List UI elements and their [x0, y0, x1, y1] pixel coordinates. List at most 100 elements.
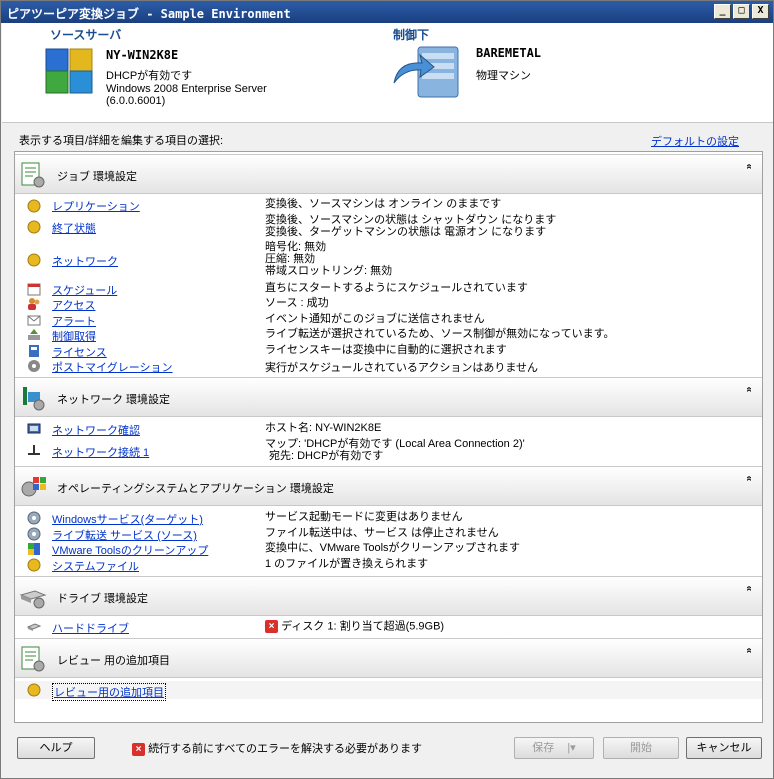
row-value: 圧縮: 無効: [265, 253, 316, 265]
row-value: ホスト名: NY-WIN2K8E: [265, 422, 382, 434]
envelope-icon: [27, 315, 41, 326]
schedule-link[interactable]: スケジュール: [52, 282, 117, 298]
title-bar[interactable]: ピアツーピア変換ジョブ - Sample Environment _ □ X: [1, 1, 773, 23]
license-icon: [29, 345, 39, 357]
vmware-tools-link[interactable]: VMware Toolsのクリーンアップ: [52, 542, 208, 558]
calendar-icon: [27, 283, 41, 296]
row-value: 直ちにスタートするようにスケジュールされています: [265, 282, 528, 294]
network-check-icon: [27, 423, 41, 434]
error-icon: ×: [132, 742, 145, 756]
default-settings-link[interactable]: デフォルトの設定: [651, 133, 739, 149]
license-link[interactable]: ライセンス: [52, 344, 107, 360]
network-connection-link[interactable]: ネットワーク接続 1: [52, 444, 149, 460]
section-network-header[interactable]: ネットワーク 環境設定 »: [15, 377, 762, 417]
collapse-chevron-icon[interactable]: »: [744, 648, 755, 654]
hard-drive-icon: [27, 623, 41, 631]
collapse-chevron-icon[interactable]: »: [744, 164, 755, 170]
drive-error-text: ディスク 1: 割り当て超過(5.9GB): [281, 620, 445, 633]
save-button[interactable]: 保存 |▾: [514, 737, 594, 759]
alert-link[interactable]: アラート: [52, 313, 96, 329]
section-os-title: オペレーティングシステムとアプリケーション 環境設定: [57, 483, 334, 495]
network-connection-icon: [28, 445, 40, 455]
maximize-button[interactable]: □: [733, 4, 750, 19]
row-value: × ディスク 1: 割り当て超過(5.9GB): [265, 620, 444, 633]
source-dhcp: DHCPが有効です: [106, 70, 193, 82]
cancel-button[interactable]: キャンセル: [686, 737, 762, 759]
error-message: × 続行する前にすべてのエラーを解決する必要があります: [132, 740, 422, 756]
target-label: 制御下: [393, 28, 430, 42]
gear-icon: [27, 527, 41, 541]
row-value: 1 のファイルが置き換えられます: [265, 558, 429, 570]
start-button[interactable]: 開始: [603, 737, 679, 759]
row-value: 実行がスケジュールされているアクションはありません: [265, 362, 539, 374]
vmware-tools-icon: [28, 543, 40, 555]
collapse-chevron-icon[interactable]: »: [744, 387, 755, 393]
collapse-chevron-icon[interactable]: »: [744, 476, 755, 482]
job-header: ソースサーバ NY-WIN2K8E DHCPが有効です Windows 2008…: [2, 23, 773, 123]
warning-icon: [27, 199, 41, 213]
row-value: マップ: 'DHCPが有効です (Local Area Connection 2…: [265, 438, 525, 450]
row-value: 変換後、ソースマシンの状態は シャットダウン になります: [265, 214, 557, 226]
physical-server-icon: [393, 46, 459, 98]
help-button[interactable]: ヘルプ: [17, 737, 95, 759]
takeover-icon: [28, 329, 40, 340]
post-migration-link[interactable]: ポストマイグレーション: [52, 359, 173, 375]
error-icon: ×: [265, 620, 278, 633]
row-value: ライセンスキーは変換中に自動的に選択されます: [265, 344, 507, 356]
section-drive-header[interactable]: ドライブ 環境設定 »: [15, 576, 762, 616]
window-title: ピアツーピア変換ジョブ - Sample Environment: [7, 7, 291, 21]
close-button[interactable]: X: [752, 4, 769, 19]
dropdown-arrow-icon[interactable]: |▾: [567, 742, 575, 754]
network-link[interactable]: ネットワーク: [52, 253, 118, 269]
windows-services-link[interactable]: Windowsサービス(ターゲット): [52, 511, 203, 527]
row-value: 帯域スロットリング: 無効: [265, 265, 393, 277]
select-items-label: 表示する項目/詳細を編集する項目の選択:: [19, 135, 224, 147]
post-migration-icon: [28, 360, 40, 372]
gear-icon: [27, 511, 41, 525]
end-state-link[interactable]: 終了状態: [52, 220, 96, 236]
windows-settings-icon: [21, 477, 46, 497]
target-name: BAREMETAL: [476, 46, 542, 60]
row-value: 変換後、ソースマシンは オンライン のままです: [265, 198, 502, 210]
settings-list: ジョブ 環境設定 » レプリケーション 変換後、ソースマシンは オンライン のま…: [14, 151, 763, 723]
warning-icon: [27, 220, 41, 234]
access-link[interactable]: アクセス: [52, 297, 95, 313]
network-check-link[interactable]: ネットワーク確認: [52, 422, 140, 438]
row-value: ファイル転送中は、サービス は停止されません: [265, 527, 499, 539]
row-value: サービス起動モードに変更はありません: [265, 511, 463, 523]
drive-settings-icon: [19, 590, 47, 609]
row-value: 宛先: DHCPが有効です: [269, 450, 384, 462]
warning-icon: [27, 253, 41, 267]
takeover-link[interactable]: 制御取得: [52, 328, 96, 344]
row-value: イベント通知がこのジョブに送信されません: [265, 313, 485, 325]
section-review-header[interactable]: レビュー 用の追加項目 »: [15, 638, 762, 678]
list-item: レビュー用の追加項目: [15, 681, 762, 701]
source-server-name: NY-WIN2K8E: [106, 48, 179, 62]
live-transfer-services-link[interactable]: ライブ転送 サービス (ソース): [52, 527, 197, 543]
server-cubes-icon: [45, 48, 93, 94]
row-value: ソース : 成功: [265, 297, 329, 309]
section-drive-title: ドライブ 環境設定: [57, 593, 149, 605]
system-files-link[interactable]: システムファイル: [52, 558, 139, 574]
network-settings-icon: [23, 387, 45, 411]
minimize-button[interactable]: _: [714, 4, 731, 19]
section-os-header[interactable]: オペレーティングシステムとアプリケーション 環境設定 »: [15, 466, 762, 506]
section-network-title: ネットワーク 環境設定: [57, 394, 171, 406]
section-job-header[interactable]: ジョブ 環境設定 »: [15, 154, 762, 194]
replication-link[interactable]: レプリケーション: [52, 198, 140, 214]
warning-icon: [27, 558, 41, 572]
review-items-link[interactable]: レビュー用の追加項目: [52, 683, 166, 701]
review-sheet-icon: [21, 646, 45, 672]
section-job-title: ジョブ 環境設定: [57, 171, 138, 183]
source-os: Windows 2008 Enterprise Server: [106, 83, 267, 95]
row-value: 変換中に、VMware Toolsがクリーンアップされます: [265, 542, 520, 554]
target-type: 物理マシン: [476, 70, 531, 82]
section-review-title: レビュー 用の追加項目: [57, 655, 171, 667]
collapse-chevron-icon[interactable]: »: [744, 586, 755, 592]
error-message-text: 続行する前にすべてのエラーを解決する必要があります: [148, 743, 422, 755]
hard-drive-link[interactable]: ハードドライブ: [52, 620, 129, 636]
job-window: ピアツーピア変換ジョブ - Sample Environment _ □ X ソ…: [0, 0, 774, 779]
source-label: ソースサーバ: [50, 28, 122, 42]
row-value: 暗号化: 無効: [265, 241, 327, 253]
settings-sheet-icon: [21, 162, 45, 188]
